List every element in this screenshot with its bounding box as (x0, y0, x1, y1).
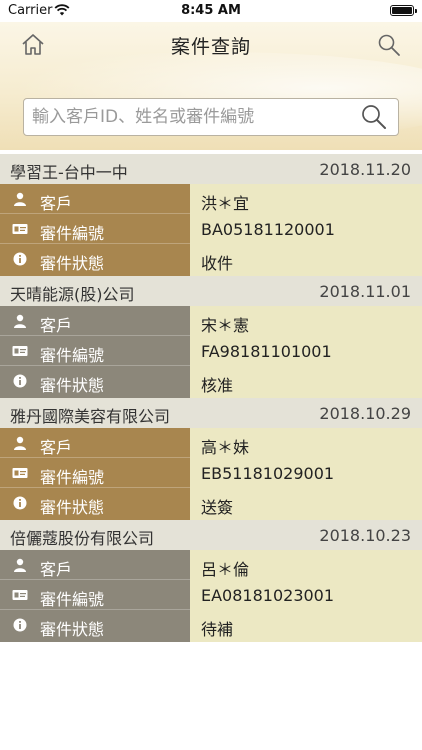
company-name: 學習王-台中一中 (10, 163, 128, 182)
person-icon (14, 558, 26, 572)
customer-value: 呂＊倫 (201, 560, 250, 579)
case-item[interactable]: 天晴能源(股)公司 2018.11.01 客戶 審件編號 審件狀態 宋＊憲 FA… (0, 276, 422, 398)
case-status-label-row: 審件狀態 (0, 366, 190, 396)
value-column: 宋＊憲 FA98181101001 核准 (190, 306, 422, 398)
info-icon (13, 374, 27, 388)
person-icon (14, 436, 26, 450)
customer-label-row: 客戶 (0, 550, 190, 580)
case-item[interactable]: 倍儷蔻股份有限公司 2018.10.23 客戶 審件編號 審件狀態 呂＊倫 EA… (0, 520, 422, 642)
label-column: 客戶 審件編號 審件狀態 (0, 184, 190, 276)
case-status-value: 送簽 (201, 498, 234, 517)
customer-value: 高＊妹 (201, 438, 250, 457)
search-submit-icon[interactable] (360, 103, 388, 131)
case-status-value: 核准 (201, 376, 234, 395)
id-card-icon (12, 346, 28, 356)
customer-label-row: 客戶 (0, 306, 190, 336)
label-column: 客戶 審件編號 審件狀態 (0, 428, 190, 520)
case-item[interactable]: 雅丹國際美容有限公司 2018.10.29 客戶 審件編號 審件狀態 高＊妹 E… (0, 398, 422, 520)
customer-label-row: 客戶 (0, 428, 190, 458)
case-header: 倍儷蔻股份有限公司 2018.10.23 (0, 520, 422, 550)
case-date: 2018.11.20 (319, 160, 411, 179)
case-date: 2018.10.29 (319, 404, 411, 423)
case-status-label: 審件狀態 (40, 498, 105, 517)
case-no-label: 審件編號 (40, 346, 105, 365)
case-status-value: 待補 (201, 620, 234, 639)
label-column: 客戶 審件編號 審件狀態 (0, 306, 190, 398)
case-no-label-row: 審件編號 (0, 458, 190, 488)
value-column: 呂＊倫 EA08181023001 待補 (190, 550, 422, 642)
person-icon (14, 192, 26, 206)
customer-label: 客戶 (40, 560, 73, 579)
case-header: 天晴能源(股)公司 2018.11.01 (0, 276, 422, 306)
case-header: 學習王-台中一中 2018.11.20 (0, 154, 422, 184)
customer-label-row: 客戶 (0, 184, 190, 214)
info-icon (13, 252, 27, 266)
person-icon (14, 314, 26, 328)
case-date: 2018.10.23 (319, 526, 411, 545)
case-status-label: 審件狀態 (40, 620, 105, 639)
case-status-label-row: 審件狀態 (0, 244, 190, 274)
customer-label: 客戶 (40, 438, 73, 457)
case-body: 客戶 審件編號 審件狀態 洪＊宜 BA05181120001 收件 (0, 184, 422, 276)
status-time: 8:45 AM (181, 3, 241, 18)
header: 案件查詢 (0, 22, 422, 150)
customer-label: 客戶 (40, 316, 73, 335)
id-card-icon (12, 590, 28, 600)
status-bar: Carrier 8:45 AM (0, 0, 422, 22)
case-no-label-row: 審件編號 (0, 336, 190, 366)
search-input[interactable] (32, 99, 352, 135)
case-list: 學習王-台中一中 2018.11.20 客戶 審件編號 審件狀態 洪＊宜 BA0… (0, 154, 422, 642)
customer-value: 洪＊宜 (201, 194, 250, 213)
search-box (23, 98, 399, 136)
case-no-label: 審件編號 (40, 224, 105, 243)
company-name: 倍儷蔻股份有限公司 (10, 529, 155, 548)
page-title: 案件查詢 (170, 36, 251, 58)
info-icon (13, 496, 27, 510)
case-status-label: 審件狀態 (40, 376, 105, 395)
case-body: 客戶 審件編號 審件狀態 高＊妹 EB51181029001 送簽 (0, 428, 422, 520)
case-no-value: EB51181029001 (201, 464, 335, 483)
case-no-label-row: 審件編號 (0, 580, 190, 610)
search-icon[interactable] (376, 32, 402, 58)
case-no-label: 審件編號 (40, 590, 105, 609)
id-card-icon (12, 468, 28, 478)
label-column: 客戶 審件編號 審件狀態 (0, 550, 190, 642)
case-status-label-row: 審件狀態 (0, 488, 190, 518)
case-status-label: 審件狀態 (40, 254, 105, 273)
case-status-value: 收件 (201, 254, 234, 273)
case-header: 雅丹國際美容有限公司 2018.10.29 (0, 398, 422, 428)
case-no-label-row: 審件編號 (0, 214, 190, 244)
value-column: 洪＊宜 BA05181120001 收件 (190, 184, 422, 276)
case-no-value: EA08181023001 (201, 586, 335, 605)
company-name: 天晴能源(股)公司 (10, 285, 135, 304)
case-body: 客戶 審件編號 審件狀態 宋＊憲 FA98181101001 核准 (0, 306, 422, 398)
battery-icon (390, 5, 417, 16)
case-no-label: 審件編號 (40, 468, 105, 487)
case-status-label-row: 審件狀態 (0, 610, 190, 640)
case-body: 客戶 審件編號 審件狀態 呂＊倫 EA08181023001 待補 (0, 550, 422, 642)
case-no-value: BA05181120001 (201, 220, 335, 239)
customer-label: 客戶 (40, 194, 73, 213)
company-name: 雅丹國際美容有限公司 (10, 407, 171, 426)
customer-value: 宋＊憲 (201, 316, 250, 335)
case-item[interactable]: 學習王-台中一中 2018.11.20 客戶 審件編號 審件狀態 洪＊宜 BA0… (0, 154, 422, 276)
id-card-icon (12, 224, 28, 234)
value-column: 高＊妹 EB51181029001 送簽 (190, 428, 422, 520)
case-no-value: FA98181101001 (201, 342, 332, 361)
case-date: 2018.11.01 (319, 282, 411, 301)
info-icon (13, 618, 27, 632)
